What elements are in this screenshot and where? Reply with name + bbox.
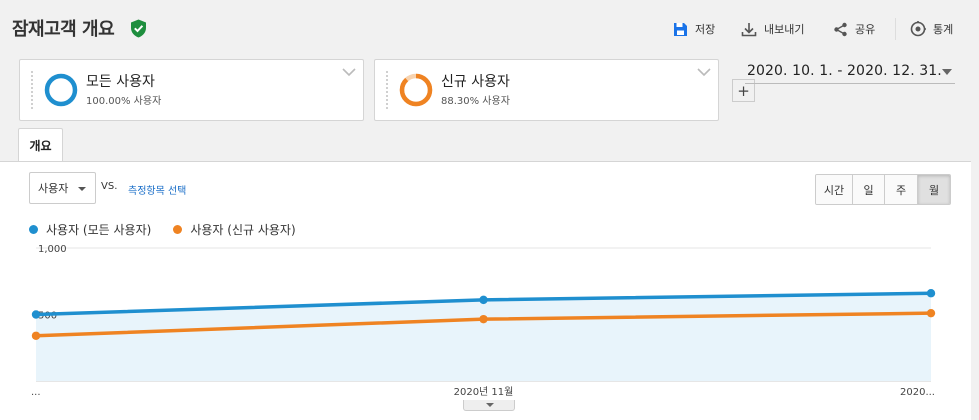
- verified-shield-icon: [131, 19, 146, 38]
- page-header: 잠재고객 개요 저장 내보내기 공유 통계: [0, 0, 979, 58]
- granularity-week[interactable]: 주: [884, 175, 917, 204]
- x-tick-label: ...: [31, 387, 41, 398]
- segment-percent: 88.30% 사용자: [441, 96, 510, 107]
- legend-item-new-users[interactable]: 사용자 (신규 사용자): [173, 221, 296, 238]
- select-metric-link[interactable]: 측정항목 선택: [128, 182, 186, 197]
- series-area-0: [36, 293, 931, 381]
- data-point: [926, 289, 936, 298]
- chevron-down-icon[interactable]: [342, 67, 356, 77]
- chart-legend: 사용자 (모든 사용자) 사용자 (신규 사용자): [29, 221, 296, 238]
- share-icon: [834, 22, 847, 36]
- legend-dot: [173, 225, 183, 234]
- drag-handle[interactable]: [385, 70, 390, 110]
- insights-icon: [910, 21, 926, 37]
- granularity-hour[interactable]: 시간: [816, 175, 852, 204]
- data-point: [31, 331, 41, 340]
- line-chart: 1,000500... 2020년 11월 2020...: [31, 244, 936, 398]
- granularity-day[interactable]: 일: [852, 175, 884, 204]
- legend-label: 사용자 (신규 사용자): [190, 223, 296, 237]
- x-tick-label: 2020년 11월: [454, 386, 514, 398]
- granularity-month[interactable]: 월: [917, 175, 950, 204]
- segment-name: 신규 사용자: [441, 74, 510, 90]
- legend-item-all-users[interactable]: 사용자 (모든 사용자): [29, 221, 151, 238]
- data-point: [31, 310, 41, 319]
- export-label: 내보내기: [764, 23, 805, 36]
- y-tick-label: 1,000: [38, 244, 67, 255]
- page-title: 잠재고객 개요: [12, 19, 115, 40]
- segment-name: 모든 사용자: [86, 74, 155, 90]
- drag-handle[interactable]: [30, 70, 35, 110]
- save-button[interactable]: 저장: [673, 18, 715, 40]
- export-button[interactable]: 내보내기: [741, 18, 804, 40]
- segment-card-new-users[interactable]: 신규 사용자 88.30% 사용자: [374, 59, 719, 121]
- legend-dot: [29, 225, 38, 234]
- share-label: 공유: [855, 23, 876, 36]
- share-button[interactable]: 공유: [833, 18, 875, 40]
- segment-card-all-users[interactable]: 모든 사용자 100.00% 사용자: [19, 59, 364, 121]
- segment-ring-new-users: [399, 73, 433, 107]
- caret-down-icon: [78, 187, 86, 191]
- save-label: 저장: [695, 23, 716, 36]
- data-point: [479, 295, 488, 305]
- header-divider: [895, 18, 896, 40]
- data-point: [479, 314, 488, 324]
- metric-select[interactable]: 사용자: [29, 172, 96, 204]
- date-range-underline: [745, 83, 955, 84]
- download-icon: [741, 22, 757, 36]
- vs-label: VS.: [101, 181, 118, 192]
- insights-button[interactable]: 통계: [910, 18, 953, 40]
- chevron-down-icon[interactable]: [697, 67, 711, 77]
- segment-percent: 100.00% 사용자: [86, 96, 162, 107]
- save-icon: [674, 22, 687, 36]
- data-point: [926, 308, 936, 318]
- legend-label: 사용자 (모든 사용자): [46, 223, 152, 237]
- tab-overview[interactable]: 개요: [18, 128, 63, 162]
- x-tick-label: 2020...: [900, 387, 935, 398]
- segment-ring-all-users: [44, 73, 78, 107]
- granularity-toggle: 시간 일 주 월: [815, 174, 951, 205]
- chart-expand-handle[interactable]: [463, 400, 515, 411]
- insights-label: 통계: [933, 23, 954, 36]
- caret-down-icon[interactable]: [942, 69, 952, 75]
- date-range-picker[interactable]: 2020. 10. 1. - 2020. 12. 31.: [747, 63, 942, 79]
- metric-select-value: 사용자: [38, 182, 69, 195]
